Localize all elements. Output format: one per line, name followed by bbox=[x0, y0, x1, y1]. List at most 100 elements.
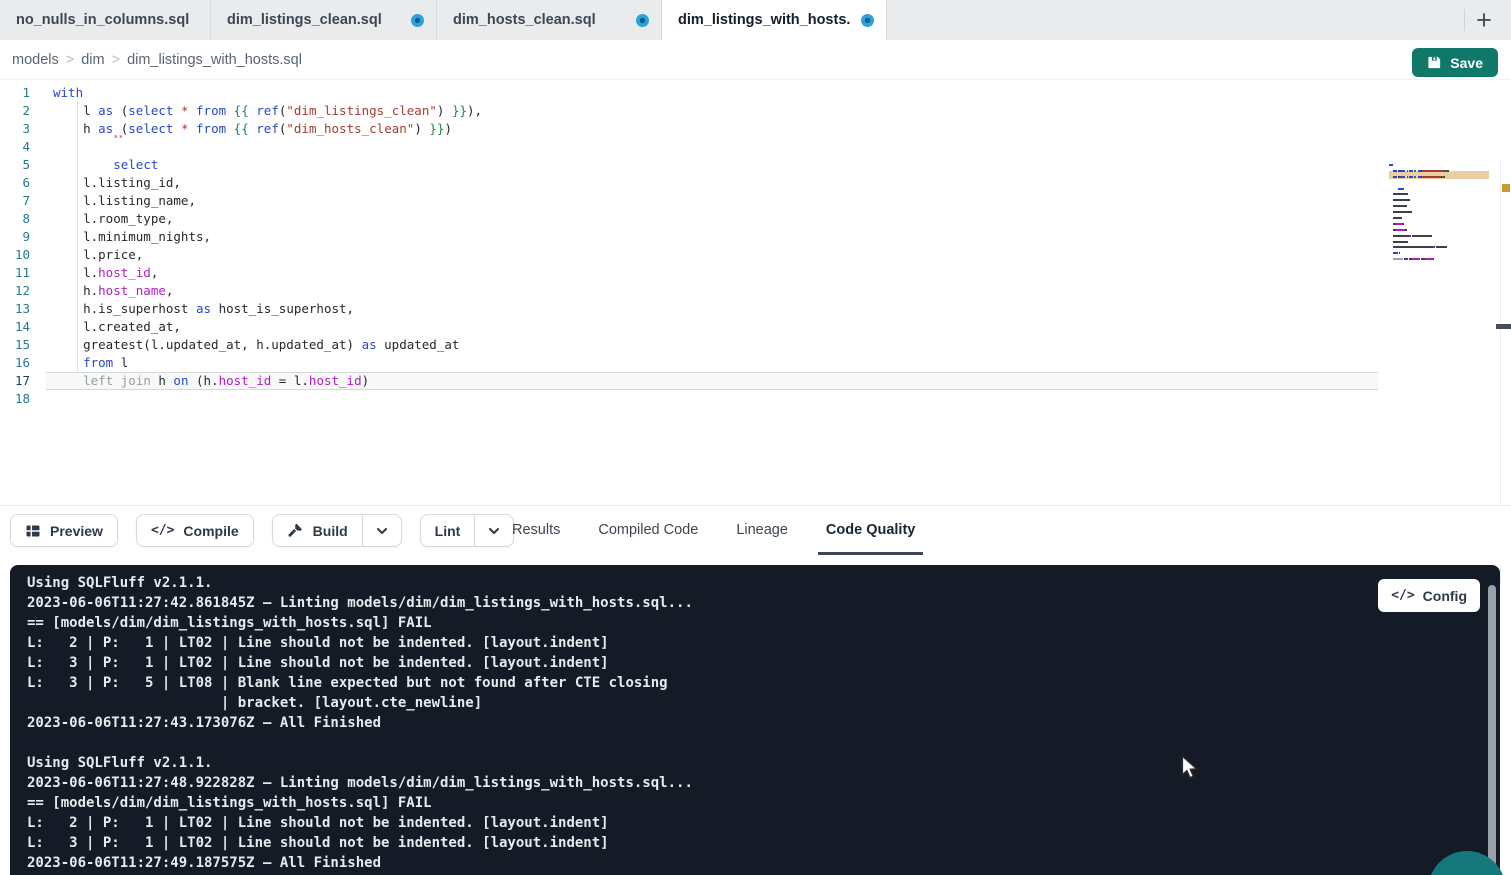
preview-label: Preview bbox=[50, 523, 103, 539]
modified-indicator-icon bbox=[636, 14, 649, 27]
panel-tab-results[interactable]: Results bbox=[510, 507, 562, 553]
breadcrumb: models > dim > dim_listings_with_hosts.sql bbox=[12, 40, 302, 80]
code-brackets-icon: </> bbox=[151, 523, 174, 538]
build-dropdown-button[interactable] bbox=[362, 515, 401, 546]
code-line[interactable]: l.created_at, bbox=[46, 318, 1378, 336]
code-line[interactable]: left join h on (h.host_id = l.host_id) bbox=[46, 372, 1378, 390]
compile-button[interactable]: </> Compile bbox=[136, 514, 254, 547]
line-number: 8 bbox=[0, 210, 30, 228]
panel-tab-compiled-code[interactable]: Compiled Code bbox=[596, 507, 700, 553]
line-number: 18 bbox=[0, 390, 30, 408]
terminal-line: L: 3 | P: 1 | LT02 | Line should not be … bbox=[27, 833, 693, 853]
panel-tab-lineage[interactable]: Lineage bbox=[734, 507, 790, 553]
line-number: 15 bbox=[0, 336, 30, 354]
code-line[interactable]: l.listing_name, bbox=[46, 192, 1378, 210]
breadcrumb-item[interactable]: models bbox=[12, 52, 59, 68]
save-label: Save bbox=[1450, 55, 1483, 71]
lint-dropdown-button[interactable] bbox=[474, 515, 513, 546]
line-number: 17 bbox=[0, 372, 30, 390]
save-button[interactable]: Save bbox=[1412, 48, 1498, 77]
code-line[interactable]: l.listing_id, bbox=[46, 174, 1378, 192]
panel-tab-code-quality[interactable]: Code Quality bbox=[824, 507, 917, 553]
line-number: 4 bbox=[0, 138, 30, 156]
editor-code: with l as (select * from {{ ref("dim_lis… bbox=[46, 84, 1378, 408]
code-line[interactable]: l.minimum_nights, bbox=[46, 228, 1378, 246]
line-number: 12 bbox=[0, 282, 30, 300]
lint-split-button: Lint bbox=[420, 514, 515, 547]
tab-strip: no_nulls_in_columns.sql dim_listings_clea… bbox=[0, 0, 887, 40]
line-number: 2 bbox=[0, 102, 30, 120]
terminal-scrollbar[interactable] bbox=[1488, 585, 1496, 870]
code-line[interactable]: greatest(l.updated_at, h.updated_at) as … bbox=[46, 336, 1378, 354]
line-number: 7 bbox=[0, 192, 30, 210]
code-line[interactable]: l.price, bbox=[46, 246, 1378, 264]
breadcrumb-bar: models > dim > dim_listings_with_hosts.sql S… bbox=[0, 40, 1511, 80]
terminal-line: 2023-06-06T11:27:43.173076Z — All Finish… bbox=[27, 713, 693, 733]
terminal-line bbox=[27, 733, 693, 753]
build-button[interactable]: Build bbox=[273, 515, 362, 546]
code-line[interactable]: h as (select * from {{ ref("dim_hosts_cl… bbox=[46, 120, 1378, 138]
lint-label: Lint bbox=[435, 523, 461, 539]
terminal-line: L: 3 | P: 5 | LT08 | Blank line expected… bbox=[27, 673, 693, 693]
code-line[interactable]: h.is_superhost as host_is_superhost, bbox=[46, 300, 1378, 318]
breadcrumb-separator: > bbox=[66, 52, 74, 68]
line-number: 16 bbox=[0, 354, 30, 372]
code-line[interactable]: h.host_name, bbox=[46, 282, 1378, 300]
editor-tab[interactable]: dim_hosts_clean.sql bbox=[437, 0, 662, 40]
overview-ruler-warning-mark bbox=[1502, 184, 1510, 192]
terminal-line: == [models/dim/dim_listings_with_hosts.s… bbox=[27, 613, 693, 633]
compile-label: Compile bbox=[183, 523, 238, 539]
lint-button[interactable]: Lint bbox=[421, 515, 475, 546]
mouse-cursor bbox=[1180, 755, 1200, 784]
terminal-line: 2023-06-06T11:27:42.861845Z — Linting mo… bbox=[27, 593, 693, 613]
new-tab-button[interactable]: + bbox=[1465, 0, 1503, 40]
editor-scrollbar-mark[interactable] bbox=[1496, 324, 1511, 329]
editor-gutter: 123456789101112131415161718 bbox=[0, 84, 30, 408]
editor-tab[interactable]: no_nulls_in_columns.sql bbox=[0, 0, 211, 40]
modified-indicator-icon bbox=[861, 14, 874, 27]
line-number: 9 bbox=[0, 228, 30, 246]
build-label: Build bbox=[313, 523, 348, 539]
tab-label: dim_listings_with_hosts.sql bbox=[678, 12, 851, 28]
breadcrumb-separator: > bbox=[112, 52, 120, 68]
code-brackets-icon: </> bbox=[1391, 588, 1414, 603]
line-number: 11 bbox=[0, 264, 30, 282]
line-number: 13 bbox=[0, 300, 30, 318]
bottom-toolbar: Preview </> Compile Build bbox=[0, 505, 1511, 565]
tab-label: dim_hosts_clean.sql bbox=[453, 12, 626, 28]
minimap-rows bbox=[1389, 164, 1489, 266]
code-line[interactable]: l.room_type, bbox=[46, 210, 1378, 228]
config-label: Config bbox=[1423, 588, 1467, 604]
preview-button[interactable]: Preview bbox=[10, 514, 118, 547]
chevron-down-icon bbox=[487, 524, 501, 538]
line-number: 10 bbox=[0, 246, 30, 264]
terminal-line: 2023-06-06T11:27:49.187575Z — All Finish… bbox=[27, 853, 693, 873]
code-editor[interactable]: 123456789101112131415161718 with l as (s… bbox=[0, 80, 1511, 505]
breadcrumb-item[interactable]: dim bbox=[81, 52, 104, 68]
terminal-line: L: 2 | P: 1 | LT02 | Line should not be … bbox=[27, 813, 693, 833]
modified-indicator-icon bbox=[411, 14, 424, 27]
code-line[interactable]: l as (select * from {{ ref("dim_listings… bbox=[46, 102, 1378, 120]
tab-bar: no_nulls_in_columns.sql dim_listings_clea… bbox=[0, 0, 1511, 40]
build-split-button: Build bbox=[272, 514, 402, 547]
config-button[interactable]: </> Config bbox=[1378, 579, 1480, 612]
line-number: 3 bbox=[0, 120, 30, 138]
breadcrumb-item[interactable]: dim_listings_with_hosts.sql bbox=[127, 52, 302, 68]
code-line[interactable] bbox=[46, 390, 1378, 408]
minimap[interactable] bbox=[1389, 164, 1489, 279]
editor-tab[interactable]: dim_listings_clean.sql bbox=[211, 0, 437, 40]
editor-tab[interactable]: dim_listings_with_hosts.sql bbox=[662, 0, 887, 40]
line-number: 6 bbox=[0, 174, 30, 192]
code-line[interactable] bbox=[46, 138, 1378, 156]
line-number: 1 bbox=[0, 84, 30, 102]
terminal-line: Using SQLFluff v2.1.1. bbox=[27, 573, 693, 593]
line-number: 5 bbox=[0, 156, 30, 174]
code-line[interactable]: l.host_id, bbox=[46, 264, 1378, 282]
terminal-line: Using SQLFluff v2.1.1. bbox=[27, 753, 693, 773]
code-line[interactable]: with bbox=[46, 84, 1378, 102]
code-line[interactable]: select bbox=[46, 156, 1378, 174]
code-line[interactable]: from l bbox=[46, 354, 1378, 372]
tab-label: no_nulls_in_columns.sql bbox=[16, 12, 198, 28]
terminal-line: L: 2 | P: 1 | LT02 | Line should not be … bbox=[27, 633, 693, 653]
chevron-down-icon bbox=[375, 524, 389, 538]
